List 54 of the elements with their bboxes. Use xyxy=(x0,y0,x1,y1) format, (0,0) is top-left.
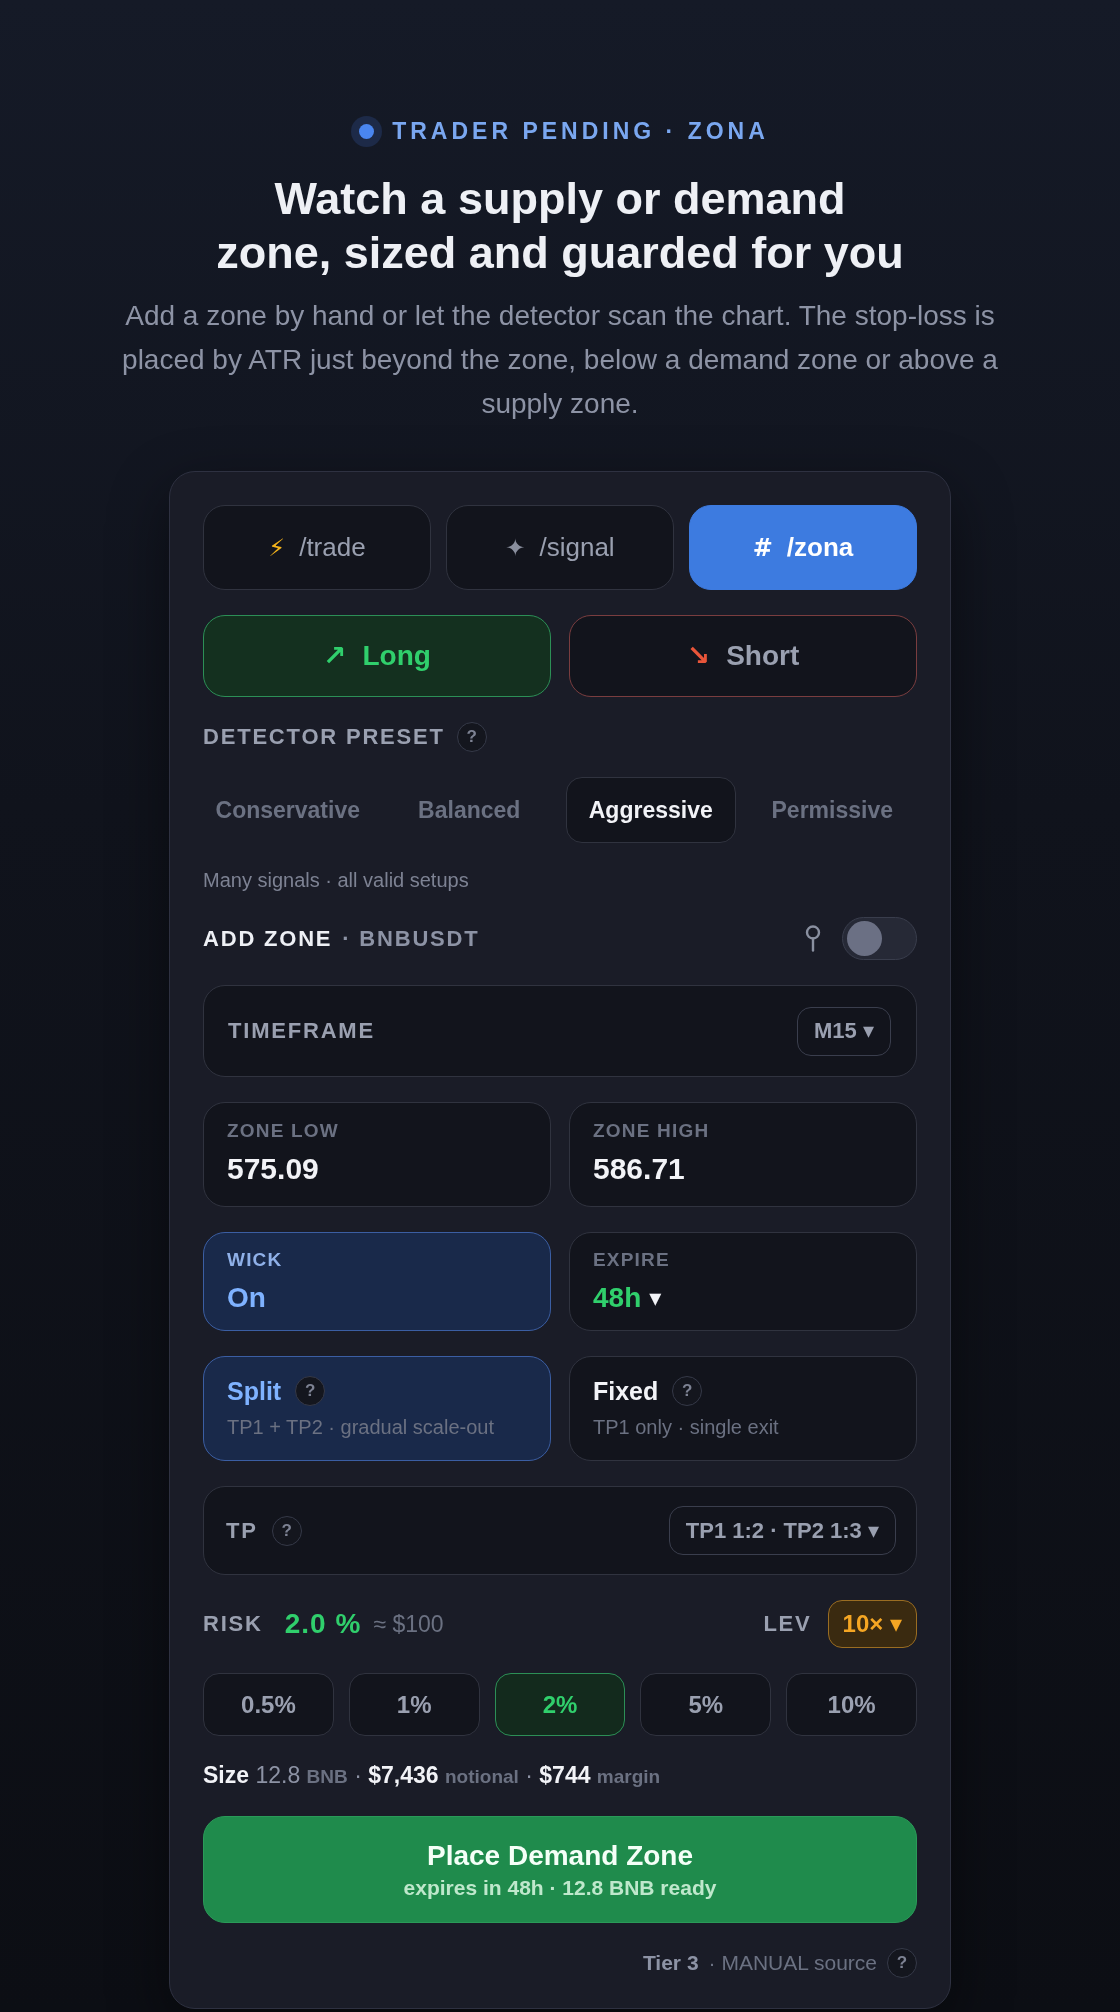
arrow-down-right-icon: ↘ xyxy=(686,642,711,670)
section-title: ADD ZONE xyxy=(203,925,333,952)
command-tab[interactable]: ✦ /signal xyxy=(446,505,674,590)
eyebrow-label: TRADER PENDING · ZONA xyxy=(392,118,769,145)
page-description: Add a zone by hand or let the detector scan the chart. The stop-loss is placed by ATR just beyond the zone, below a demand zone or above a supply zone. xyxy=(122,299,998,421)
preset-description: Many signals · all valid setups xyxy=(203,868,470,892)
field-label: TP xyxy=(226,1517,258,1544)
wick-toggle[interactable]: WICK On xyxy=(203,1232,551,1331)
tier-label: Tier 3 xyxy=(642,1951,699,1975)
risk-value: 2.0 % xyxy=(284,1608,362,1640)
preset-option[interactable]: Aggressive xyxy=(566,777,736,843)
take-profit-dropdown[interactable]: TP1 1:2 · TP2 1:3 ▾ xyxy=(668,1506,896,1555)
leverage-dropdown[interactable]: 10× ▾ xyxy=(827,1600,917,1648)
sparkle-icon: ✦ xyxy=(505,535,526,560)
direction-button[interactable]: ↗ Long xyxy=(203,615,551,697)
risk-preset-button[interactable]: 5% xyxy=(640,1673,772,1736)
field-label: RISK xyxy=(203,1611,263,1637)
hash-icon: # xyxy=(752,535,773,560)
field-label: LEV xyxy=(763,1611,812,1637)
direction-button[interactable]: ↘ Short xyxy=(569,615,917,697)
section-label: DETECTOR PRESET xyxy=(203,724,445,750)
help-button[interactable]: ? xyxy=(295,1376,326,1406)
option-title: Split xyxy=(227,1376,282,1406)
place-zone-button[interactable]: Place Demand Zone expires in 48h · 12.8 BNB ready xyxy=(203,1816,917,1923)
arrow-up-right-icon: ↗ xyxy=(323,642,347,670)
source-label: · MANUAL source xyxy=(708,1951,877,1975)
help-button[interactable]: ? xyxy=(271,1515,302,1546)
price-field[interactable]: ZONE LOW 575.09 xyxy=(203,1102,551,1207)
risk-preset-button[interactable]: 10% xyxy=(786,1673,917,1736)
exit-mode-option[interactable]: Fixed ? TP1 only · single exit xyxy=(569,1356,917,1461)
page-title: Watch a supply or demand zone, sized and guarded for you xyxy=(216,172,904,280)
symbol-label: · BNBUSDT xyxy=(342,925,480,952)
risk-preset-button[interactable]: 1% xyxy=(348,1673,480,1736)
timeframe-dropdown[interactable]: M15 ▾ xyxy=(797,1006,891,1056)
toggle-switch[interactable] xyxy=(842,917,917,960)
expire-dropdown[interactable]: EXPIRE 48h ▾ xyxy=(569,1232,917,1331)
help-button[interactable]: ? xyxy=(887,1948,917,1978)
command-tab[interactable]: ⚡ /trade xyxy=(203,505,431,590)
risk-amount: ≈ $100 xyxy=(373,1610,444,1638)
risk-preset-button[interactable]: 0.5% xyxy=(203,1673,334,1736)
risk-preset-button[interactable]: 2% xyxy=(494,1673,626,1736)
price-field[interactable]: ZONE HIGH 586.71 xyxy=(569,1102,917,1207)
position-size-summary: Size 12.8 BNB · $7,436 notional · $744 margin xyxy=(203,1761,662,1790)
option-title: Fixed xyxy=(593,1376,659,1406)
option-description: TP1 + TP2 · gradual scale-out xyxy=(227,1415,495,1439)
bolt-icon: ⚡ xyxy=(268,535,286,560)
exit-mode-option[interactable]: Split ? TP1 + TP2 · gradual scale-out xyxy=(203,1356,551,1461)
help-button[interactable]: ? xyxy=(456,722,487,752)
field-label: TIMEFRAME xyxy=(228,1018,375,1044)
pin-icon[interactable] xyxy=(804,925,822,952)
status-dot-icon xyxy=(351,116,383,147)
command-tab[interactable]: # /zona xyxy=(689,505,917,590)
option-description: TP1 only · single exit xyxy=(593,1415,780,1439)
help-button[interactable]: ? xyxy=(672,1376,703,1406)
